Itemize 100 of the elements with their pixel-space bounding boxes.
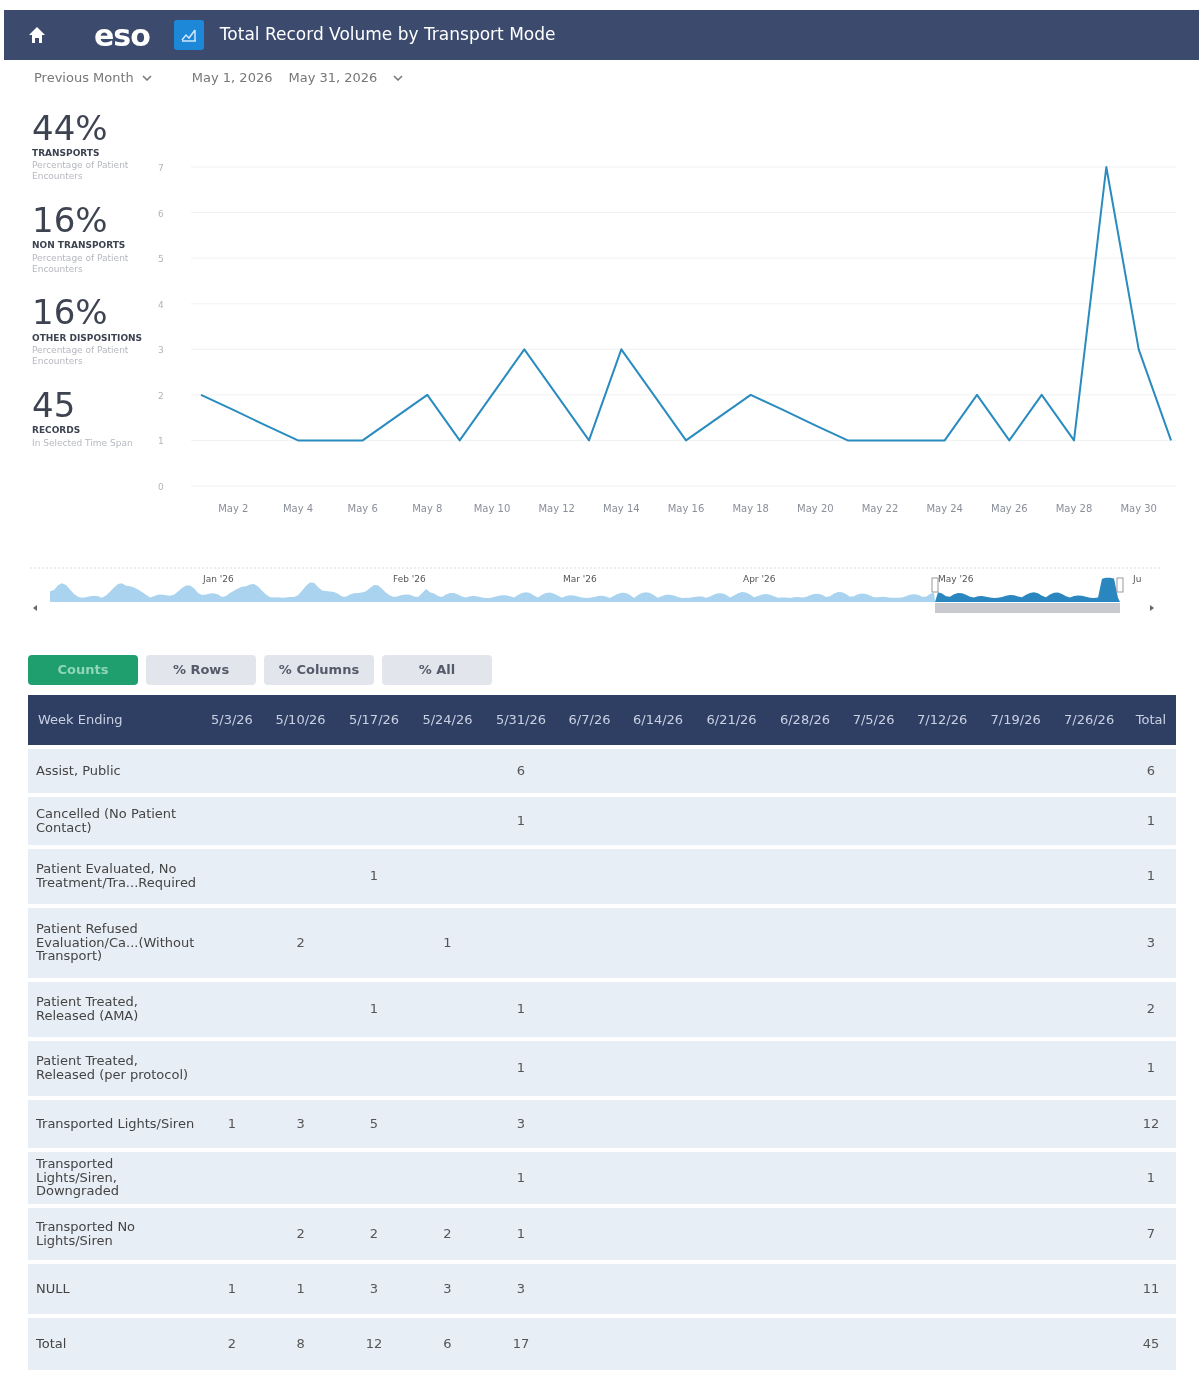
row-label: Patient Treated, Released (per protocol) [36,1053,189,1082]
column-header[interactable]: 6/14/26 [621,694,695,745]
kpi-value: 16% [32,294,109,332]
page-title: Total Record Volume by Transport Mode [219,23,556,47]
table-cell: 11 [1142,1280,1160,1296]
row-label: NULL [36,1280,70,1296]
row-label: Patient Treated, Released (AMA) [36,994,139,1023]
column-header[interactable]: 7/19/26 [978,694,1053,745]
table-cell: 1 [296,1280,305,1296]
table-cell: 2 [296,934,305,950]
kpi-note: Percentage of Patient Encounters [32,345,130,367]
y-tick-label: 1 [158,435,164,446]
logo[interactable]: eso [94,12,150,58]
row-label: Assist, Public [36,762,121,778]
kpi-note: Percentage of Patient Encounters [32,252,130,275]
row-label: Cancelled (No Patient Contact) [36,805,177,835]
navigator-label: Apr '26 [743,573,776,584]
table-cell: 1 [227,1115,237,1131]
table-cell: 1 [516,1001,526,1017]
y-tick-label: 5 [158,253,164,264]
y-tick-label: 0 [158,481,164,492]
kpi-label: TRANSPORTS [32,146,101,160]
scroll-right-icon[interactable] [1150,604,1154,611]
kpi-label: NON TRANSPORTS [32,239,127,253]
x-tick-label: May 22 [861,502,899,514]
view-toggle-button[interactable]: % All [382,654,492,685]
chart-app-icon [173,20,204,50]
table-cell: 2 [296,1225,305,1241]
row-label: Total [36,1335,67,1351]
x-tick-label: May 8 [412,502,443,514]
column-header[interactable]: Week Ending [28,694,201,745]
y-tick-label: 7 [158,162,164,173]
view-toggle-button[interactable]: % Rows [146,654,256,685]
table-cell: 3 [296,1115,305,1131]
table-cell: 12 [365,1335,383,1351]
kpi-value: 16% [32,202,109,240]
navigator-label: Feb '26 [393,573,426,584]
table-cell: 3 [443,1280,452,1296]
column-header[interactable]: 7/12/26 [905,694,979,745]
table-cell: 1 [227,1280,237,1296]
table-cell: 3 [516,1280,526,1296]
date-range-dropdown[interactable]: May 1, 2026 May 31, 2026 [191,68,404,88]
row-label: Transported Lights/Siren [36,1115,195,1131]
navigator-label: Jan '26 [203,573,234,584]
table-cell: 1 [1146,1060,1156,1076]
table-cell: 3 [1146,934,1156,950]
x-tick-label: May 6 [347,502,378,514]
scroll-left-icon[interactable] [33,604,37,611]
row-label: Transported No Lights/Siren [36,1218,136,1248]
column-header[interactable]: 6/7/26 [557,694,622,745]
table-cell: 1 [516,1225,526,1241]
table-cell: 1 [1146,812,1156,828]
column-header[interactable]: 7/5/26 [841,694,906,745]
table-cell: 8 [296,1335,305,1351]
x-tick-label: May 30 [1120,502,1157,514]
table-cell: 45 [1142,1335,1160,1351]
column-header[interactable]: 5/31/26 [484,694,558,745]
kpi-value: 44% [32,109,109,147]
navigator-label: Ju [1133,573,1142,584]
y-tick-label: 2 [158,390,164,401]
column-header[interactable]: 6/21/26 [694,694,769,745]
column-header[interactable]: 5/24/26 [410,694,485,745]
kpi-label: RECORDS [32,424,82,438]
table-cell: 1 [369,868,379,884]
x-tick-label: May 28 [1055,502,1093,514]
table-cell: 1 [1146,868,1156,884]
kpi-value: 45 [32,386,77,425]
home-icon[interactable] [28,26,46,44]
table-cell: 2 [443,1225,452,1241]
navigator-label: May '26 [938,573,974,584]
chevron-icon [141,74,152,81]
table-cell: 12 [1142,1115,1160,1131]
x-tick-label: May 16 [667,502,705,514]
chevron-icon [393,74,404,81]
column-header[interactable]: 6/28/26 [768,694,842,745]
table-cell: 1 [516,1169,526,1185]
table-cell: 3 [369,1280,379,1296]
kpi-note: In Selected Time Span [32,437,134,449]
column-header[interactable]: 5/3/26 [200,694,264,745]
table-cell: 17 [512,1335,530,1351]
table-cell: 2 [1146,1001,1156,1017]
view-toggle-button[interactable]: % Columns [264,654,374,685]
table-cell: 1 [369,1001,379,1017]
table-cell: 1 [443,934,452,950]
x-tick-label: May 4 [282,502,314,514]
table-cell: 2 [369,1225,379,1241]
column-header[interactable]: 7/26/26 [1052,694,1126,745]
column-header[interactable]: 5/17/26 [337,694,411,745]
x-tick-label: May 10 [473,502,511,514]
y-tick-label: 3 [158,344,164,355]
column-header[interactable]: 5/10/26 [263,694,338,745]
column-header[interactable]: Total [1125,694,1176,745]
y-tick-label: 4 [158,299,164,310]
row-label: Transported Lights/Siren, Downgraded [36,1156,119,1199]
navigator-label: Mar '26 [563,573,597,584]
x-tick-label: May 18 [732,502,769,514]
kpi-note: Percentage of Patient Encounters [32,160,130,182]
y-tick-label: 6 [158,208,164,219]
period-dropdown[interactable]: Previous Month [34,68,152,88]
table-cell: 6 [516,762,526,778]
